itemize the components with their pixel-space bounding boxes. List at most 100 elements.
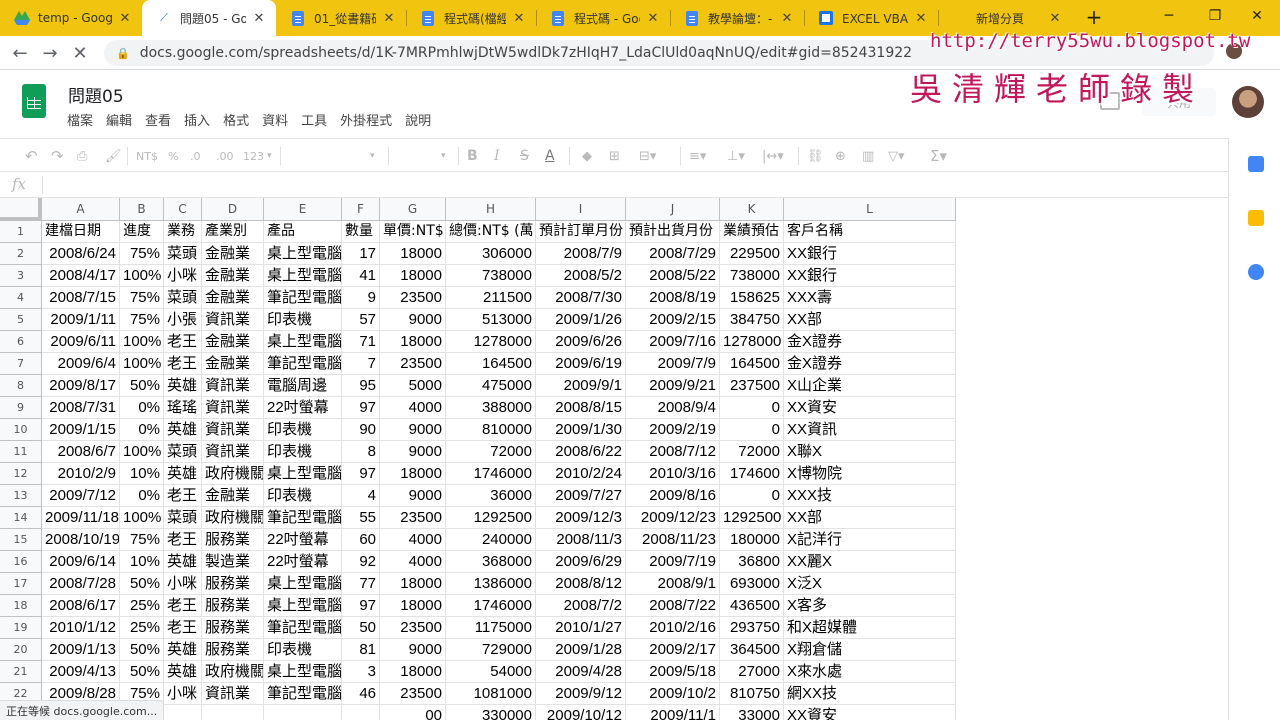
table-cell[interactable]: 金X證券 [784, 331, 956, 353]
table-cell[interactable]: 金X證券 [784, 353, 956, 375]
table-cell[interactable]: 100% [120, 331, 164, 353]
table-cell[interactable]: 2008/8/15 [536, 397, 626, 419]
table-cell[interactable]: 475000 [446, 375, 536, 397]
table-cell[interactable]: 2008/6/17 [42, 595, 120, 617]
filter-icon[interactable]: ▽▾ [888, 146, 905, 166]
table-cell[interactable]: 2008/6/24 [42, 243, 120, 265]
table-cell[interactable]: 菜頭 [164, 243, 202, 265]
row-header[interactable]: 3 [0, 265, 42, 287]
column-header[interactable]: F [342, 198, 380, 221]
table-cell[interactable]: 75% [120, 309, 164, 331]
table-cell[interactable]: 2008/8/12 [536, 573, 626, 595]
table-cell[interactable]: 2010/2/24 [536, 463, 626, 485]
table-cell[interactable]: 0 [720, 485, 784, 507]
table-cell[interactable]: 2008/9/4 [626, 397, 720, 419]
table-cell[interactable]: 2008/5/2 [536, 265, 626, 287]
keep-icon[interactable] [1248, 210, 1264, 226]
table-cell[interactable]: 388000 [446, 397, 536, 419]
table-cell[interactable]: 金融業 [202, 265, 264, 287]
table-cell[interactable]: 0% [120, 485, 164, 507]
table-cell[interactable]: XX資訊 [784, 419, 956, 441]
column-header[interactable]: I [536, 198, 626, 221]
table-cell[interactable]: 23500 [380, 507, 446, 529]
table-cell[interactable]: 4 [342, 485, 380, 507]
table-cell[interactable] [164, 705, 202, 720]
table-cell[interactable]: 2009/6/14 [42, 551, 120, 573]
table-cell[interactable]: 368000 [446, 551, 536, 573]
menu-item[interactable]: 說明 [405, 110, 431, 129]
table-cell[interactable]: 36000 [446, 485, 536, 507]
table-cell[interactable]: 293750 [720, 617, 784, 639]
table-cell[interactable]: 71 [342, 331, 380, 353]
row-header[interactable]: 7 [0, 353, 42, 375]
table-cell[interactable]: 75% [120, 287, 164, 309]
table-cell[interactable]: 00 [380, 705, 446, 720]
table-cell[interactable]: X聯X [784, 441, 956, 463]
table-cell[interactable]: XX部 [784, 309, 956, 331]
table-cell[interactable]: 2009/6/29 [536, 551, 626, 573]
table-cell[interactable]: 729000 [446, 639, 536, 661]
italic-icon[interactable]: I [494, 146, 500, 166]
borders-icon[interactable]: ⊞ [609, 146, 620, 166]
table-cell[interactable]: 92 [342, 551, 380, 573]
table-cell[interactable]: 330000 [446, 705, 536, 720]
table-cell[interactable]: 97 [342, 397, 380, 419]
column-header[interactable]: G [380, 198, 446, 221]
table-cell[interactable]: 1292500 [446, 507, 536, 529]
table-cell[interactable]: 9000 [380, 309, 446, 331]
table-cell[interactable]: 18000 [380, 463, 446, 485]
header-cell[interactable]: 總價:NT$ (萬 [446, 221, 536, 243]
table-cell[interactable]: 10% [120, 551, 164, 573]
table-cell[interactable]: 印表機 [264, 485, 342, 507]
table-cell[interactable]: 2009/9/1 [536, 375, 626, 397]
table-cell[interactable]: 2008/7/9 [536, 243, 626, 265]
table-cell[interactable]: 2009/1/30 [536, 419, 626, 441]
table-cell[interactable]: 100% [120, 507, 164, 529]
table-cell[interactable]: 60 [342, 529, 380, 551]
table-cell[interactable]: 製造業 [202, 551, 264, 573]
table-cell[interactable]: 23500 [380, 617, 446, 639]
tab-close-icon[interactable]: ✕ [380, 11, 398, 26]
header-cell[interactable]: 產品 [264, 221, 342, 243]
table-cell[interactable]: 3 [342, 661, 380, 683]
table-cell[interactable]: 政府機關 [202, 661, 264, 683]
strikethrough-icon[interactable]: S [520, 146, 529, 166]
row-header[interactable]: 11 [0, 441, 42, 463]
table-cell[interactable]: 2009/1/11 [42, 309, 120, 331]
table-cell[interactable]: 9000 [380, 639, 446, 661]
browser-tab[interactable]: ⟋ 問題05 - Goog ✕ [142, 0, 276, 36]
table-cell[interactable]: 9000 [380, 441, 446, 463]
column-header[interactable]: J [626, 198, 720, 221]
table-cell[interactable]: 75% [120, 529, 164, 551]
header-cell[interactable]: 建檔日期 [42, 221, 120, 243]
table-cell[interactable]: 老王 [164, 353, 202, 375]
currency-format-button[interactable]: NT$ [136, 146, 158, 166]
table-cell[interactable]: 桌上型電腦 [264, 265, 342, 287]
table-cell[interactable] [202, 705, 264, 720]
table-cell[interactable]: 22吋螢幕 [264, 529, 342, 551]
table-cell[interactable]: 81 [342, 639, 380, 661]
header-cell[interactable]: 預計出貨月份 [626, 221, 720, 243]
text-wrapping-icon[interactable]: |↔▾ [762, 146, 784, 166]
table-cell[interactable]: 服務業 [202, 529, 264, 551]
table-cell[interactable]: 英雄 [164, 661, 202, 683]
table-cell[interactable]: 2009/12/23 [626, 507, 720, 529]
table-cell[interactable]: 738000 [446, 265, 536, 287]
table-cell[interactable]: 1386000 [446, 573, 536, 595]
table-cell[interactable]: 老王 [164, 485, 202, 507]
table-cell[interactable]: 1746000 [446, 595, 536, 617]
table-cell[interactable]: 2009/4/13 [42, 661, 120, 683]
table-cell[interactable]: 18000 [380, 243, 446, 265]
table-cell[interactable]: XXX壽 [784, 287, 956, 309]
table-cell[interactable]: 2009/12/3 [536, 507, 626, 529]
insert-chart-icon[interactable]: ▥ [862, 146, 874, 166]
table-cell[interactable]: 英雄 [164, 639, 202, 661]
table-cell[interactable]: 2009/7/16 [626, 331, 720, 353]
table-cell[interactable]: 英雄 [164, 551, 202, 573]
close-window-button[interactable]: ✕ [1234, 0, 1280, 32]
table-cell[interactable]: 2008/9/1 [626, 573, 720, 595]
table-cell[interactable]: 2009/7/12 [42, 485, 120, 507]
browser-tab[interactable]: 教學論壇：- C ✕ [670, 0, 804, 36]
header-cell[interactable]: 客戶名稱 [784, 221, 956, 243]
table-cell[interactable]: 2008/7/30 [536, 287, 626, 309]
